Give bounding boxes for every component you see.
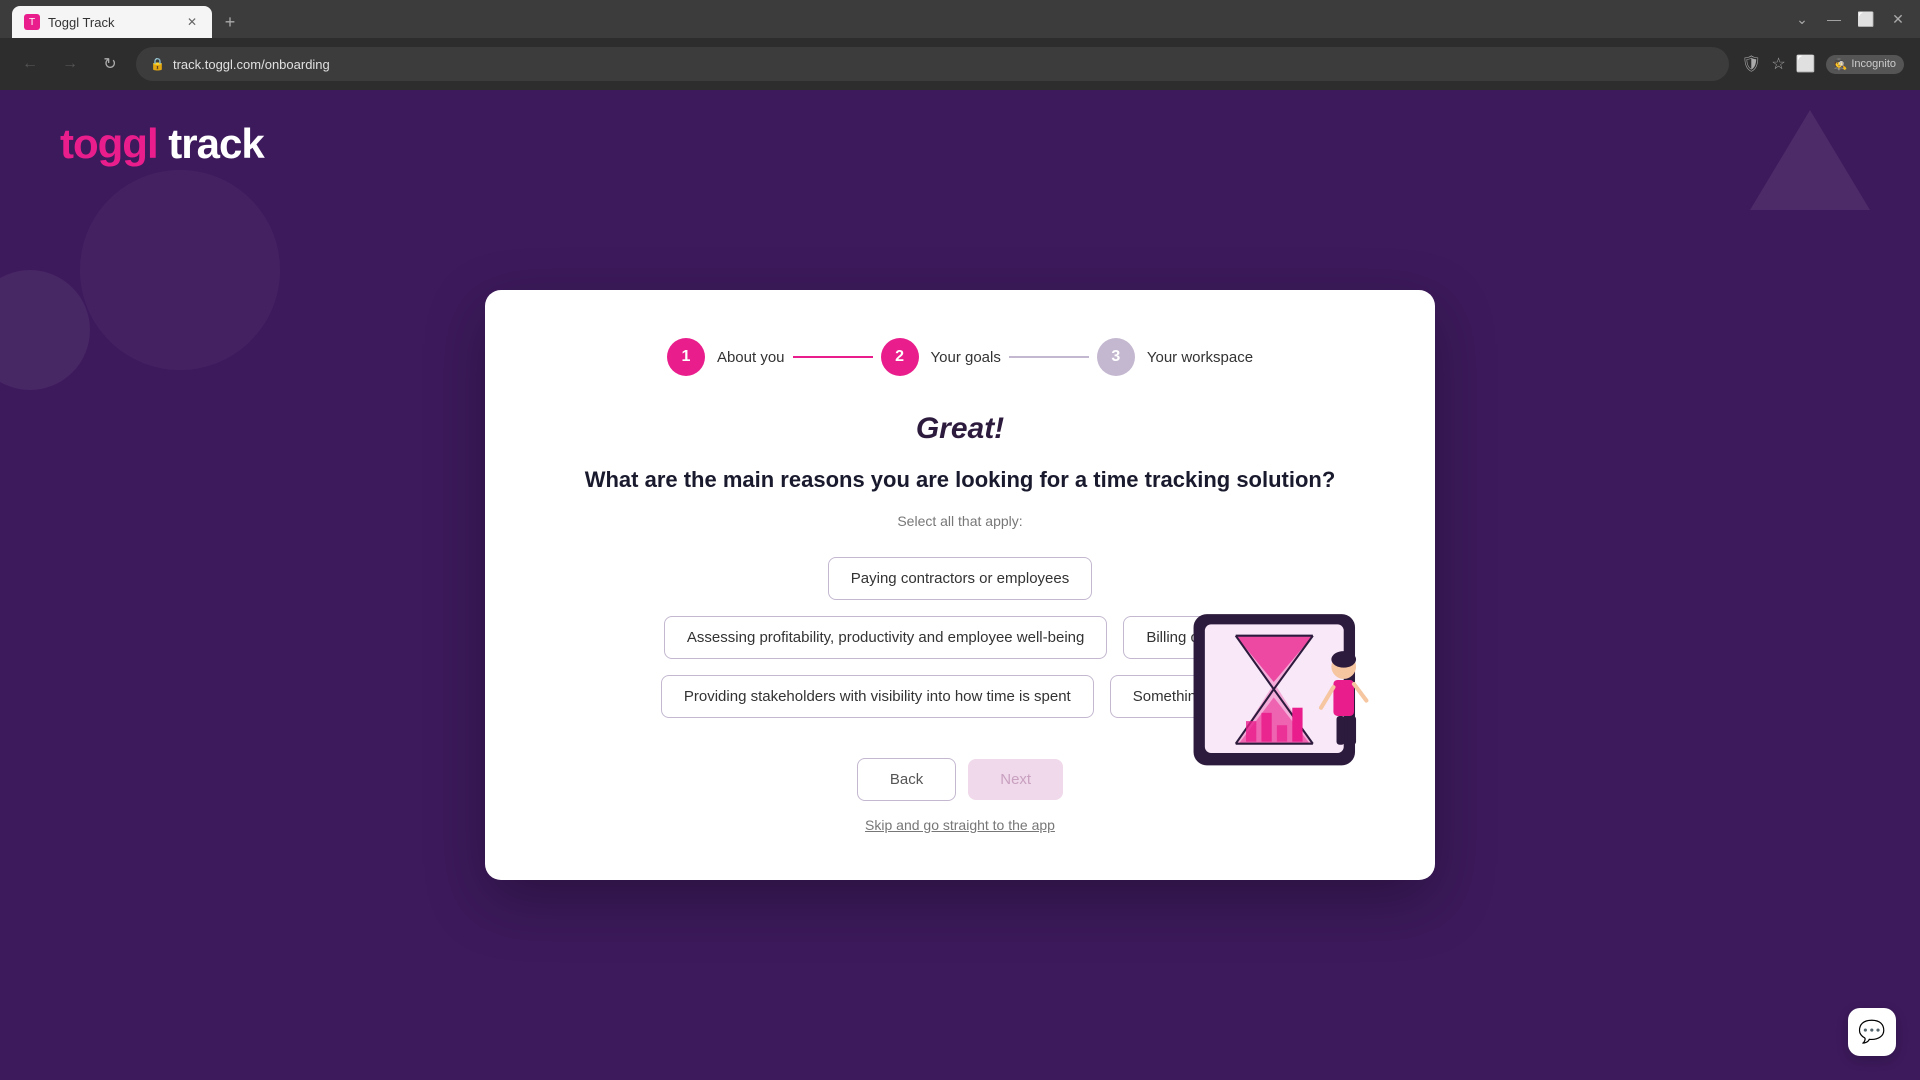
maximize-button[interactable]: ⬜ — [1852, 5, 1880, 33]
step-3-label: Your workspace — [1147, 349, 1253, 366]
buttons-row: Back Next — [857, 758, 1063, 801]
step-2-circle: 2 — [881, 338, 919, 376]
tab-favicon: T — [24, 14, 40, 30]
option-paying[interactable]: Paying contractors or employees — [828, 557, 1092, 600]
step-3: 3 Your workspace — [1097, 338, 1253, 376]
options-row-1: Paying contractors or employees — [828, 557, 1092, 600]
back-button[interactable]: Back — [857, 758, 956, 801]
step-1: 1 About you — [667, 338, 785, 376]
step-2-label: Your goals — [931, 349, 1001, 366]
chat-widget[interactable]: 💬 — [1848, 1008, 1896, 1056]
active-tab[interactable]: T Toggl Track ✕ — [12, 6, 212, 38]
tab-bar: T Toggl Track ✕ + ⌄ — ⬜ ✕ — [0, 0, 1920, 38]
select-all-text: Select all that apply: — [533, 513, 1387, 529]
close-window-button[interactable]: ✕ — [1884, 5, 1912, 33]
options-row-2: Assessing profitability, productivity an… — [664, 616, 1256, 659]
onboarding-modal: 1 About you 2 Your goals 3 Your workspac… — [485, 290, 1435, 880]
new-tab-button[interactable]: + — [216, 8, 244, 36]
great-title: Great! — [533, 412, 1387, 446]
bookmark-icon[interactable]: ☆ — [1771, 54, 1785, 74]
connector-2 — [1009, 356, 1089, 358]
tab-close-button[interactable]: ✕ — [184, 14, 200, 30]
incognito-icon: 🕵 — [1834, 58, 1848, 71]
address-bar: ← → ↻ 🔒 track.toggl.com/onboarding 🛡 ☆ ⬜… — [0, 38, 1920, 90]
modal-overlay: 1 About you 2 Your goals 3 Your workspac… — [0, 90, 1920, 1080]
chat-icon: 💬 — [1858, 1019, 1885, 1045]
option-assessing[interactable]: Assessing profitability, productivity an… — [664, 616, 1107, 659]
lock-icon: 🔒 — [150, 57, 165, 71]
step-1-circle: 1 — [667, 338, 705, 376]
profile-icon[interactable]: ⬜ — [1796, 54, 1816, 74]
options-row-3: Providing stakeholders with visibility i… — [661, 675, 1259, 718]
logo: toggl track — [60, 120, 264, 168]
skip-link[interactable]: Skip and go straight to the app — [865, 817, 1055, 833]
back-nav-button[interactable]: ← — [16, 50, 44, 78]
tab-controls: ⌄ — ⬜ ✕ — [1788, 0, 1920, 38]
connector-1 — [793, 356, 873, 358]
tab-search-icon[interactable]: ⌄ — [1788, 5, 1816, 33]
minimize-button[interactable]: — — [1820, 5, 1848, 33]
stepper: 1 About you 2 Your goals 3 Your workspac… — [533, 338, 1387, 376]
url-text: track.toggl.com/onboarding — [173, 57, 330, 72]
step-3-circle: 3 — [1097, 338, 1135, 376]
url-bar[interactable]: 🔒 track.toggl.com/onboarding — [136, 47, 1729, 81]
incognito-badge: 🕵 Incognito — [1826, 55, 1904, 74]
tab-title: Toggl Track — [48, 15, 176, 30]
address-right-controls: 🛡 ☆ ⬜ 🕵 Incognito — [1741, 54, 1904, 74]
main-question: What are the main reasons you are lookin… — [533, 466, 1387, 495]
reload-button[interactable]: ↻ — [96, 50, 124, 78]
option-stakeholders[interactable]: Providing stakeholders with visibility i… — [661, 675, 1094, 718]
step-1-label: About you — [717, 349, 785, 366]
forward-nav-button[interactable]: → — [56, 50, 84, 78]
illustration — [1177, 610, 1387, 790]
logo-toggl: toggl track — [60, 120, 264, 167]
step-2: 2 Your goals — [881, 338, 1001, 376]
extension-icon-1[interactable]: 🛡 — [1741, 54, 1761, 74]
browser-chrome: T Toggl Track ✕ + ⌄ — ⬜ ✕ ← → ↻ 🔒 track.… — [0, 0, 1920, 90]
next-button: Next — [968, 759, 1063, 800]
